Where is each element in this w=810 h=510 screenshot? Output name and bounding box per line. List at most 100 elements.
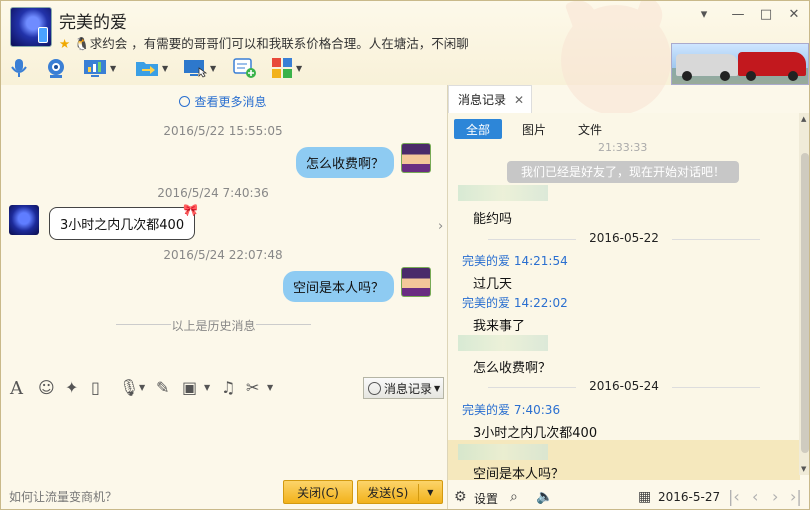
send-button[interactable]: 发送(S) ▼ <box>357 480 443 504</box>
calendar-icon[interactable]: ▦ <box>638 489 651 505</box>
incoming-message-bubble[interactable]: 3小时之内几次都400 <box>49 207 196 240</box>
tab-label: 消息记录 <box>458 93 507 107</box>
filter-all[interactable]: 全部 <box>454 119 502 139</box>
previous-page-icon[interactable]: ‹ <box>752 487 758 506</box>
history-panel: 消息记录 ✕ 全部 图片 文件 21:33:33 我们已经是好友了，现在开始对话… <box>447 85 809 509</box>
speaker-icon[interactable]: 🔈 <box>536 489 553 505</box>
contact-avatar[interactable] <box>10 7 52 47</box>
send-bar: 如何让流量变商机？ 关闭(C) 发送(S) ▼ <box>1 477 445 509</box>
remote-assist-button[interactable]: ▼ <box>83 55 116 81</box>
message-input[interactable] <box>1 401 445 477</box>
dropdown-icon[interactable]: ▾ <box>693 7 715 25</box>
close-button[interactable]: 关闭(C) <box>283 480 353 504</box>
blurred-sender-name <box>458 444 548 460</box>
screen-shake-icon[interactable]: ▯ <box>91 378 100 397</box>
history-date[interactable]: 2016-5-27 <box>658 490 720 504</box>
music-icon[interactable]: ♫ <box>221 378 235 397</box>
microphone-icon <box>11 59 27 77</box>
search-icon[interactable]: ⌕ <box>510 489 518 505</box>
contact-signature: ★ 🐧求约会 ，有需要的哥哥们可以和我联系价格合理。人在塘沽，不闲聊 <box>59 33 469 52</box>
voice-message-icon[interactable]: 🎙 <box>119 378 139 397</box>
minimize-icon[interactable]: — <box>727 7 749 25</box>
gear-icon[interactable]: ⚙ <box>454 489 467 505</box>
history-button-label: 消息记录 <box>384 381 433 396</box>
maximize-icon[interactable]: □ <box>755 7 777 25</box>
apps-grid-icon <box>272 58 292 78</box>
history-footer: ⚙ 设置 ⌕ 🔈 ▦ 2016-5-27 |‹ ‹ › ›| <box>448 483 809 509</box>
settings-link[interactable]: 设置 <box>474 490 498 507</box>
history-message: 过几天 <box>473 277 513 292</box>
view-more-messages-link[interactable]: 查看更多消息 <box>1 93 445 110</box>
blurred-sender-name <box>458 335 548 351</box>
promo-hint-link[interactable]: 如何让流量变商机？ <box>9 488 117 505</box>
voice-dropdown-chevron-icon[interactable]: ▼ <box>139 383 145 392</box>
scroll-down-icon[interactable]: ▼ <box>801 465 806 473</box>
phone-online-icon <box>38 27 48 43</box>
contact-name[interactable]: 完美的爱 <box>59 8 127 33</box>
input-toolbar: A ☺ ✦ ▯ 🎙 ▼ ✎ ▣ ▼ ♫ ✂ ▼ 消息记录 ▼ <box>1 375 445 401</box>
history-message: 3小时之内几次都400 <box>473 426 598 441</box>
emoji-icon[interactable]: ☺ <box>38 378 55 397</box>
font-icon[interactable]: A <box>10 378 23 399</box>
send-file-button[interactable]: ▼ <box>135 55 168 81</box>
history-message: 我来事了 <box>473 319 526 334</box>
truck-image-silver <box>676 54 738 81</box>
system-message: 我们已经是好友了，现在开始对话吧！ <box>507 161 739 183</box>
history-message: 空间是本人吗？ <box>473 467 565 482</box>
history-sender: 完美的爱 7:40:36 <box>462 403 561 417</box>
history-time-clipped: 21:33:33 <box>598 141 648 154</box>
screenshot-scissors-icon[interactable]: ✂ <box>246 378 259 397</box>
folder-arrow-icon <box>136 62 158 76</box>
screen-share-button[interactable]: ▼ <box>183 55 216 81</box>
collapse-panel-chevron-icon[interactable]: › <box>438 219 443 234</box>
blurred-sender-name <box>458 185 548 201</box>
filter-files[interactable]: 文件 <box>566 119 614 139</box>
filter-images[interactable]: 图片 <box>510 119 558 139</box>
star-icon: ★ <box>59 36 71 51</box>
qq-penguin-icon: 🐧 <box>74 36 90 51</box>
history-list[interactable]: 全部 图片 文件 21:33:33 我们已经是好友了，现在开始对话吧！ 能约吗 … <box>448 113 809 482</box>
advertisement-banner[interactable] <box>671 43 809 85</box>
first-page-icon[interactable]: |‹ <box>728 487 740 506</box>
last-page-icon[interactable]: ›| <box>790 487 802 506</box>
history-divider: 以上是历史消息 <box>116 317 311 333</box>
history-scrollbar[interactable]: ▲ ▼ <box>799 113 809 475</box>
chat-message-area[interactable]: 查看更多消息 2016/5/22 15:55:05 怎么收费啊？ 2016/5/… <box>1 85 445 375</box>
close-tab-icon[interactable]: ✕ <box>514 93 524 107</box>
outgoing-message-bubble[interactable]: 空间是本人吗？ <box>283 271 395 302</box>
send-options-chevron-icon[interactable]: ▼ <box>419 488 442 497</box>
tab-message-history[interactable]: 消息记录 ✕ <box>448 85 532 113</box>
screen-share-icon <box>184 60 207 78</box>
scrollbar-thumb[interactable] <box>801 153 809 453</box>
my-avatar[interactable] <box>401 267 431 297</box>
my-avatar[interactable] <box>401 143 431 173</box>
close-window-icon[interactable]: ✕ <box>783 7 805 25</box>
window-header: 完美的爱 ★ 🐧求约会 ，有需要的哥哥们可以和我联系价格合理。人在塘沽，不闲聊 ▾… <box>1 1 809 115</box>
chat-window: 完美的爱 ★ 🐧求约会 ，有需要的哥哥们可以和我联系价格合理。人在塘沽，不闲聊 ▾… <box>0 0 810 510</box>
message-history-button[interactable]: 消息记录 ▼ <box>363 377 444 399</box>
magic-wand-icon[interactable]: ✦ <box>65 378 78 397</box>
outgoing-message-bubble[interactable]: 怎么收费啊？ <box>296 147 395 178</box>
voice-call-button[interactable] <box>9 55 29 81</box>
webcam-icon <box>48 59 64 78</box>
create-discussion-button[interactable] <box>233 55 257 81</box>
image-icon[interactable]: ▣ <box>182 378 197 397</box>
bubble-decoration-icon: 🎀 <box>183 203 198 217</box>
clock-icon <box>368 381 381 395</box>
chat-add-icon <box>233 58 256 78</box>
screenshot-dropdown-chevron-icon[interactable]: ▼ <box>267 383 273 392</box>
scroll-up-icon[interactable]: ▲ <box>801 115 806 123</box>
clock-icon <box>179 96 191 107</box>
monitor-chart-icon <box>84 60 106 77</box>
apps-button[interactable]: ▼ <box>271 55 302 81</box>
edit-note-icon[interactable]: ✎ <box>156 378 169 397</box>
history-message: 怎么收费啊？ <box>473 361 552 376</box>
video-call-button[interactable] <box>45 55 67 81</box>
history-date-divider: 2016-05-24 <box>448 379 800 393</box>
next-page-icon[interactable]: › <box>772 487 778 506</box>
header-toolbar: ▼ ▼ ▼ ▼ <box>1 53 321 83</box>
signature-text: 求约会 ，有需要的哥哥们可以和我联系价格合理。人在塘沽，不闲聊 <box>89 36 469 51</box>
send-button-label: 发送(S) <box>358 483 419 501</box>
image-dropdown-chevron-icon[interactable]: ▼ <box>204 383 210 392</box>
contact-message-avatar[interactable] <box>9 205 39 235</box>
